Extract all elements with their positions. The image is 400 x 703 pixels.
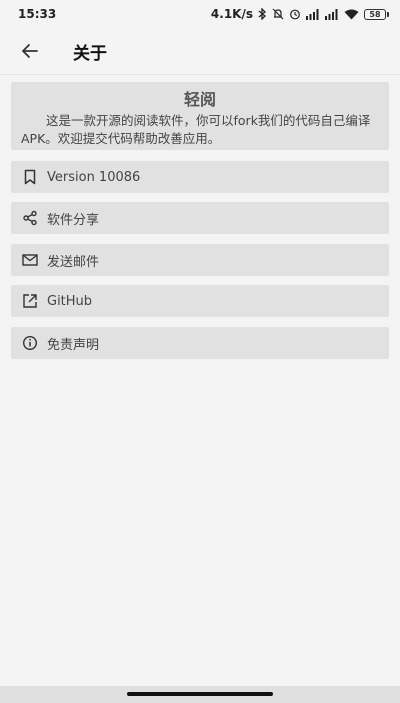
page-title: 关于 — [73, 43, 107, 64]
share-item[interactable]: 软件分享 — [11, 202, 389, 234]
bluetooth-icon — [258, 8, 267, 20]
back-button[interactable] — [15, 36, 45, 66]
signal-icon — [325, 8, 339, 20]
bookmark-icon — [21, 168, 39, 186]
github-item[interactable]: GitHub — [11, 285, 389, 317]
external-link-icon — [21, 292, 39, 310]
wifi-icon — [344, 9, 359, 20]
mute-icon — [272, 8, 284, 20]
battery-level: 58 — [369, 9, 381, 19]
email-item[interactable]: 发送邮件 — [11, 244, 389, 276]
app-info-card: 轻阅 这是一款开源的阅读软件，你可以fork我们的代码自己编译APK。欢迎提交代… — [11, 82, 389, 150]
github-label: GitHub — [47, 293, 93, 309]
signal-icon — [306, 8, 320, 20]
mail-icon — [21, 251, 39, 269]
email-label: 发送邮件 — [47, 254, 100, 270]
home-indicator[interactable] — [127, 692, 273, 696]
battery-icon: 58 — [364, 8, 389, 20]
share-label: 软件分享 — [47, 212, 100, 228]
status-time: 15:33 — [18, 7, 57, 21]
share-icon — [21, 209, 39, 227]
app-description: 这是一款开源的阅读软件，你可以fork我们的代码自己编译APK。欢迎提交代码帮助… — [21, 113, 371, 146]
app-bar: 关于 — [0, 28, 400, 75]
info-icon — [21, 334, 39, 352]
network-speed: 4.1K/s — [210, 7, 253, 21]
disclaimer-label: 免责声明 — [47, 337, 100, 353]
alarm-icon — [289, 8, 301, 20]
disclaimer-item[interactable]: 免责声明 — [11, 327, 389, 359]
app-name: 轻阅 — [183, 90, 216, 109]
status-icons: 4.1K/s 58 — [210, 7, 389, 21]
version-label: Version 10086 — [47, 169, 141, 185]
version-item[interactable]: Version 10086 — [11, 161, 389, 193]
status-bar: 15:33 4.1K/s 58 — [0, 0, 400, 28]
arrow-left-icon — [22, 44, 38, 58]
